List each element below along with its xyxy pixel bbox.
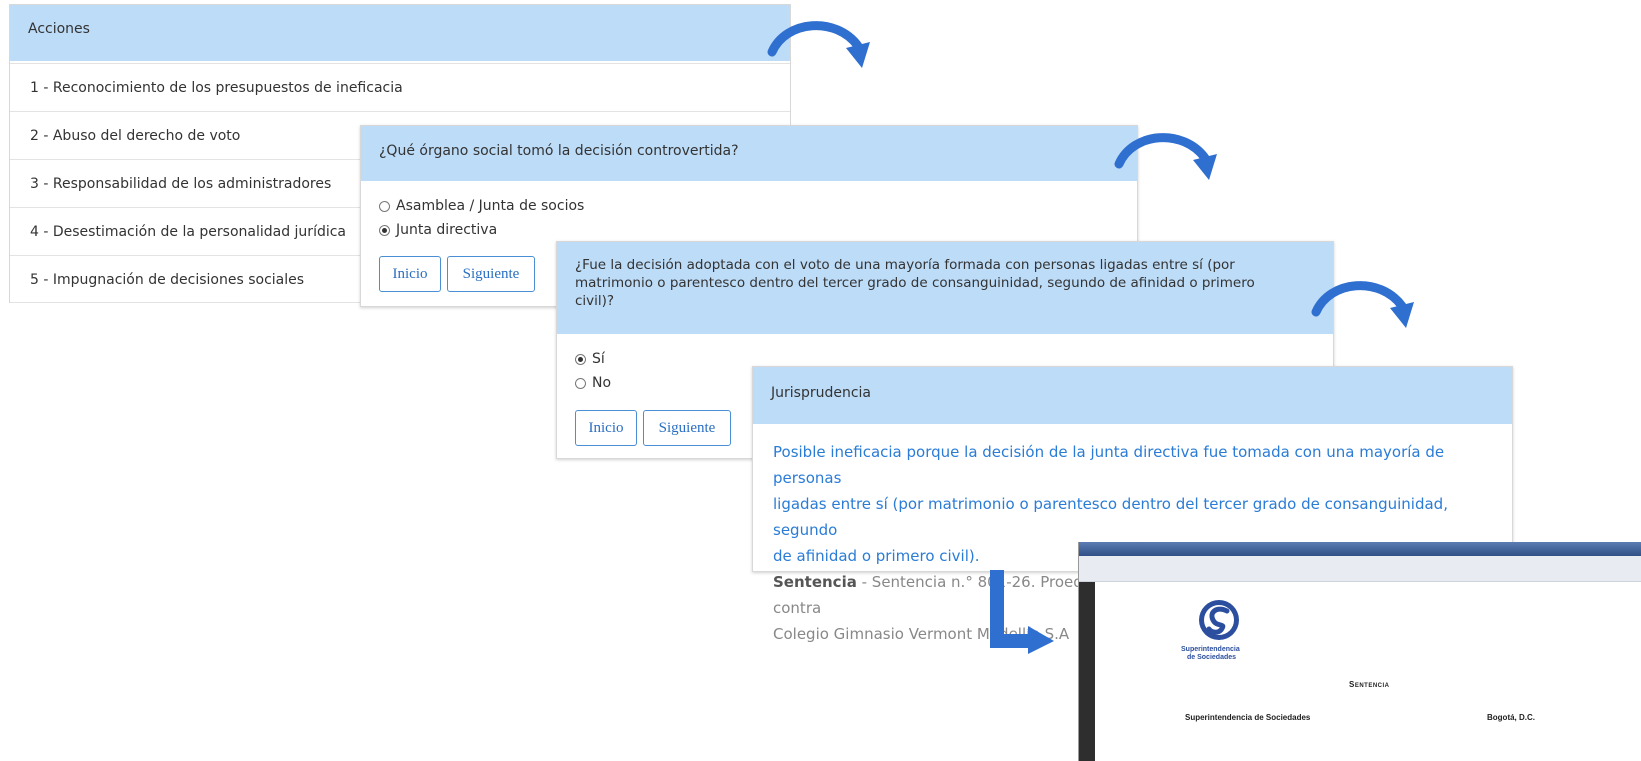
logo-text-line1: Superintendencia bbox=[1181, 646, 1240, 653]
supersociedades-logo-icon bbox=[1199, 600, 1239, 640]
document-org: Superintendencia de Sociedades bbox=[1185, 713, 1311, 722]
radio-unchecked-icon[interactable] bbox=[379, 200, 390, 212]
question1-header: ¿Qué órgano social tomó la decisión cont… bbox=[361, 126, 1137, 181]
question2-header: ¿Fue la decisión adoptada con el voto de… bbox=[557, 242, 1333, 334]
question1-title: ¿Qué órgano social tomó la decisión cont… bbox=[379, 143, 739, 159]
radio-checked-icon[interactable] bbox=[379, 224, 390, 236]
l-arrow-icon bbox=[990, 570, 1054, 654]
option-junta-directiva-label: Junta directiva bbox=[396, 222, 498, 238]
acciones-header: Acciones bbox=[10, 5, 790, 61]
question2-title-line1: ¿Fue la decisión adoptada con el voto de… bbox=[575, 257, 1235, 273]
document-toolbar2 bbox=[1079, 572, 1641, 582]
jurisprudencia-header: Jurisprudencia bbox=[753, 367, 1512, 424]
option-no-label: No bbox=[592, 375, 612, 391]
document-page: Superintendencia de Sociedades Sentencia… bbox=[1095, 582, 1641, 761]
option-si[interactable]: Sí bbox=[575, 347, 611, 371]
question2-title-line3: civil)? bbox=[575, 293, 615, 309]
option-si-label: Sí bbox=[592, 351, 605, 367]
inicio-button[interactable]: Inicio bbox=[379, 256, 441, 292]
option-junta-directiva[interactable]: Junta directiva bbox=[379, 218, 584, 242]
siguiente-button[interactable]: Siguiente bbox=[643, 410, 731, 446]
document-viewer: Superintendencia de Sociedades Sentencia… bbox=[1078, 542, 1641, 761]
radio-unchecked-icon[interactable] bbox=[575, 377, 586, 389]
acciones-title: Acciones bbox=[28, 21, 90, 37]
accion-item-1[interactable]: 1 - Reconocimiento de los presupuestos d… bbox=[10, 63, 790, 111]
siguiente-button[interactable]: Siguiente bbox=[447, 256, 535, 292]
option-asamblea-label: Asamblea / Junta de socios bbox=[396, 198, 585, 214]
option-asamblea[interactable]: Asamblea / Junta de socios bbox=[379, 194, 584, 218]
document-titlebar bbox=[1079, 542, 1641, 556]
jurisprudencia-link-line2[interactable]: ligadas entre sí (por matrimonio o paren… bbox=[773, 491, 1503, 543]
inicio-button[interactable]: Inicio bbox=[575, 410, 637, 446]
jurisprudencia-title: Jurisprudencia bbox=[771, 385, 871, 401]
sentencia-label: Sentencia bbox=[773, 573, 857, 591]
option-no[interactable]: No bbox=[575, 371, 611, 395]
question2-title-line2: matrimonio o parentesco dentro del terce… bbox=[575, 275, 1255, 291]
document-sidebar bbox=[1079, 582, 1095, 761]
curved-arrow-icon bbox=[767, 21, 870, 68]
radio-checked-icon[interactable] bbox=[575, 353, 586, 365]
curved-arrow-icon bbox=[1114, 133, 1217, 180]
curved-arrow-icon bbox=[1311, 281, 1414, 328]
document-heading: Sentencia bbox=[1349, 680, 1390, 689]
jurisprudencia-link-line1[interactable]: Posible ineficacia porque la decisión de… bbox=[773, 439, 1503, 491]
logo-text-line2: de Sociedades bbox=[1187, 654, 1237, 661]
document-city: Bogotá, D.C. bbox=[1487, 713, 1535, 722]
